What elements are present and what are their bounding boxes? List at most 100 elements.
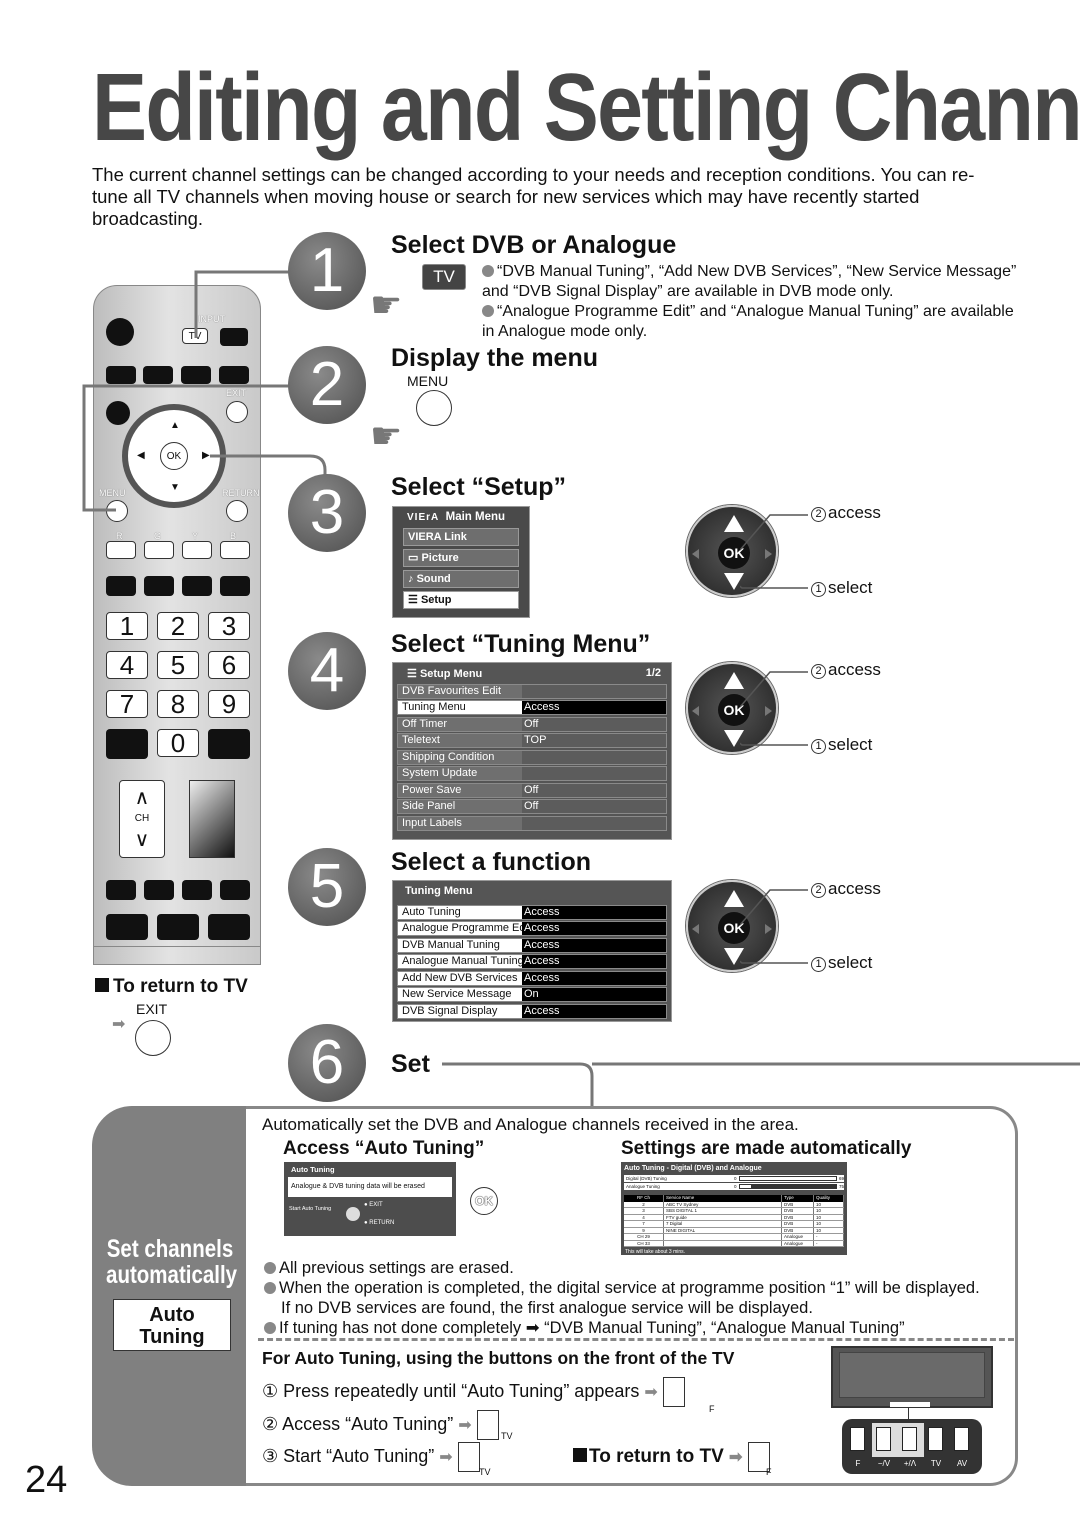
f-button-label: F — [766, 1467, 772, 1477]
step-1-note-2: “Analogue Programme Edit” and “Analogue … — [482, 303, 1014, 340]
select-label: 1 select — [811, 578, 872, 598]
tv-front-button-label: TV — [930, 1459, 942, 1468]
progress-bar-row: Analogue Tuning 0 75 — [624, 1183, 844, 1190]
step-4-title: Select “Tuning Menu” — [391, 630, 651, 658]
row-label: Input Labels — [402, 816, 462, 829]
setup-menu-osd: ☰ Setup Menu 1/2 DVB Favourites Edit Tuni… — [392, 662, 672, 840]
step-6-title: Set — [391, 1050, 430, 1078]
row-label: Shipping Condition — [402, 750, 495, 763]
step-number-4: 4 — [288, 632, 366, 710]
row-label: Power Save — [402, 783, 462, 796]
tuning-menu-header: Tuning Menu — [405, 885, 473, 897]
setup-menu-row: System Update — [397, 766, 667, 781]
step-1-title: Select DVB or Analogue — [391, 231, 677, 259]
note-no-dvb: If no DVB services are found, the first … — [281, 1299, 813, 1317]
access-auto-tuning-heading: Access “Auto Tuning” — [283, 1138, 485, 1159]
auto-tuning-progress-screen: Auto Tuning - Digital (DVB) and Analogue… — [621, 1162, 847, 1255]
tv-illustration — [831, 1346, 993, 1408]
row-value — [522, 816, 666, 830]
front-return-to-tv: To return to TV ➡ — [573, 1442, 770, 1472]
tv-front-button-label: AV — [956, 1459, 968, 1468]
picture-icon: ▭ — [408, 552, 419, 564]
row-label: Auto Tuning — [402, 905, 461, 918]
setup-menu-row: DVB Favourites Edit — [397, 683, 667, 699]
tv-button — [457, 1442, 480, 1472]
tv-button-label: TV — [501, 1431, 513, 1441]
front-step-1: ① Press repeatedly until “Auto Tuning” a… — [262, 1377, 685, 1407]
note-erased: All previous settings are erased. — [264, 1258, 514, 1278]
front-step-3: ③ Start “Auto Tuning” ➡ — [262, 1442, 480, 1472]
tv-button — [476, 1410, 499, 1440]
menu-label: MENU — [407, 373, 449, 389]
note-completed: When the operation is completed, the dig… — [264, 1278, 980, 1298]
f-button — [662, 1377, 685, 1407]
row-label: Tuning Menu — [402, 701, 466, 713]
menu-item-setup: ☰ Setup — [403, 591, 519, 609]
tv-button-label: TV — [479, 1467, 491, 1477]
progress-bar-row: Digital (DVB) Tuning 0 69 — [624, 1175, 844, 1182]
dialog-title: Auto Tuning — [291, 1165, 335, 1174]
row-label: Add New DVB Services — [402, 971, 518, 984]
tv-front-button — [928, 1427, 943, 1451]
step-number-1: 1 — [288, 232, 366, 310]
square-bullet-icon — [573, 1448, 587, 1463]
progress-bar — [738, 1176, 837, 1181]
step-2-title: Display the menu — [391, 344, 598, 372]
row-value: Off — [522, 783, 666, 797]
row-value — [522, 767, 666, 780]
pointing-hand-icon: ☛ — [370, 415, 403, 456]
dialog-message: Analogue & DVB tuning data will be erase… — [288, 1177, 452, 1197]
main-menu-header: VIErA Main Menu — [407, 511, 506, 523]
row-label: New Service Message — [402, 988, 512, 1000]
settings-made-heading: Settings are made automatically — [621, 1138, 912, 1159]
auto-tuning-dialog: Auto Tuning Analogue & DVB tuning data w… — [284, 1162, 456, 1236]
list-icon: ☰ — [407, 668, 417, 680]
row-value: Access — [522, 1004, 666, 1018]
setup-menu-row: Power Save Off — [397, 782, 667, 798]
step-1-note-1: “DVB Manual Tuning”, “Add New DVB Servic… — [482, 263, 1017, 300]
return-hint: ● RETURN — [364, 1220, 395, 1226]
row-value: Access — [522, 955, 666, 968]
tuning-menu-row: Analogue Programme Edit Access — [397, 921, 667, 936]
row-label: DVB Signal Display — [402, 1004, 498, 1017]
main-menu-osd: VIErA Main Menu VIERA Link ▭ Picture ♪ S… — [392, 506, 530, 618]
exit-hint: ● EXIT — [364, 1202, 383, 1208]
tv-front-button-label: +/Λ — [903, 1459, 917, 1468]
row-value: Access — [522, 701, 666, 714]
row-value: Access — [522, 905, 666, 919]
pointing-hand-icon: ☛ — [370, 284, 403, 325]
menu-button — [416, 390, 452, 426]
note-incomplete: If tuning has not done completely ➡ “DVB… — [264, 1318, 905, 1338]
setup-menu-row: Side Panel Off — [397, 799, 667, 814]
dpad-icon — [346, 1207, 360, 1221]
row-label: Off Timer — [402, 717, 448, 730]
arrow-icon: ➡ — [112, 1016, 126, 1033]
step-3-title: Select “Setup” — [391, 473, 567, 501]
tv-front-button — [954, 1427, 969, 1451]
auto-tuning-side-panel: Set channels automatically Auto Tuning — [92, 1106, 248, 1486]
tuning-menu-row: New Service Message On — [397, 987, 667, 1002]
row-value: Access — [522, 971, 666, 985]
tv-front-button — [850, 1427, 865, 1451]
tv-front-buttons: F −/V +/Λ TV AV — [842, 1419, 982, 1474]
row-value: TOP — [522, 734, 666, 747]
tv-front-button-label: −/V — [877, 1459, 891, 1468]
tuning-menu-row: Analogue Manual Tuning Access — [397, 954, 667, 969]
menu-item-picture: ▭ Picture — [403, 549, 519, 567]
progress-title: Auto Tuning - Digital (DVB) and Analogue — [624, 1165, 762, 1172]
music-note-icon: ♪ — [408, 573, 414, 585]
row-label: System Update — [402, 767, 478, 779]
tuning-menu-row: DVB Signal Display Access — [397, 1003, 667, 1019]
page-indicator: 1/2 — [645, 667, 661, 679]
setup-menu-row: Teletext TOP — [397, 733, 667, 748]
setup-menu-row: Tuning Menu Access — [397, 700, 667, 715]
row-value: Access — [522, 938, 666, 952]
setup-menu-row: Input Labels — [397, 815, 667, 831]
progress-bar — [738, 1184, 837, 1189]
step-number-5: 5 — [288, 848, 366, 926]
tv-front-button — [902, 1427, 917, 1451]
f-button-label: F — [709, 1404, 715, 1414]
access-label: 2 access — [811, 503, 881, 523]
access-label: 2 access — [811, 879, 881, 899]
row-label: Side Panel — [402, 800, 456, 812]
